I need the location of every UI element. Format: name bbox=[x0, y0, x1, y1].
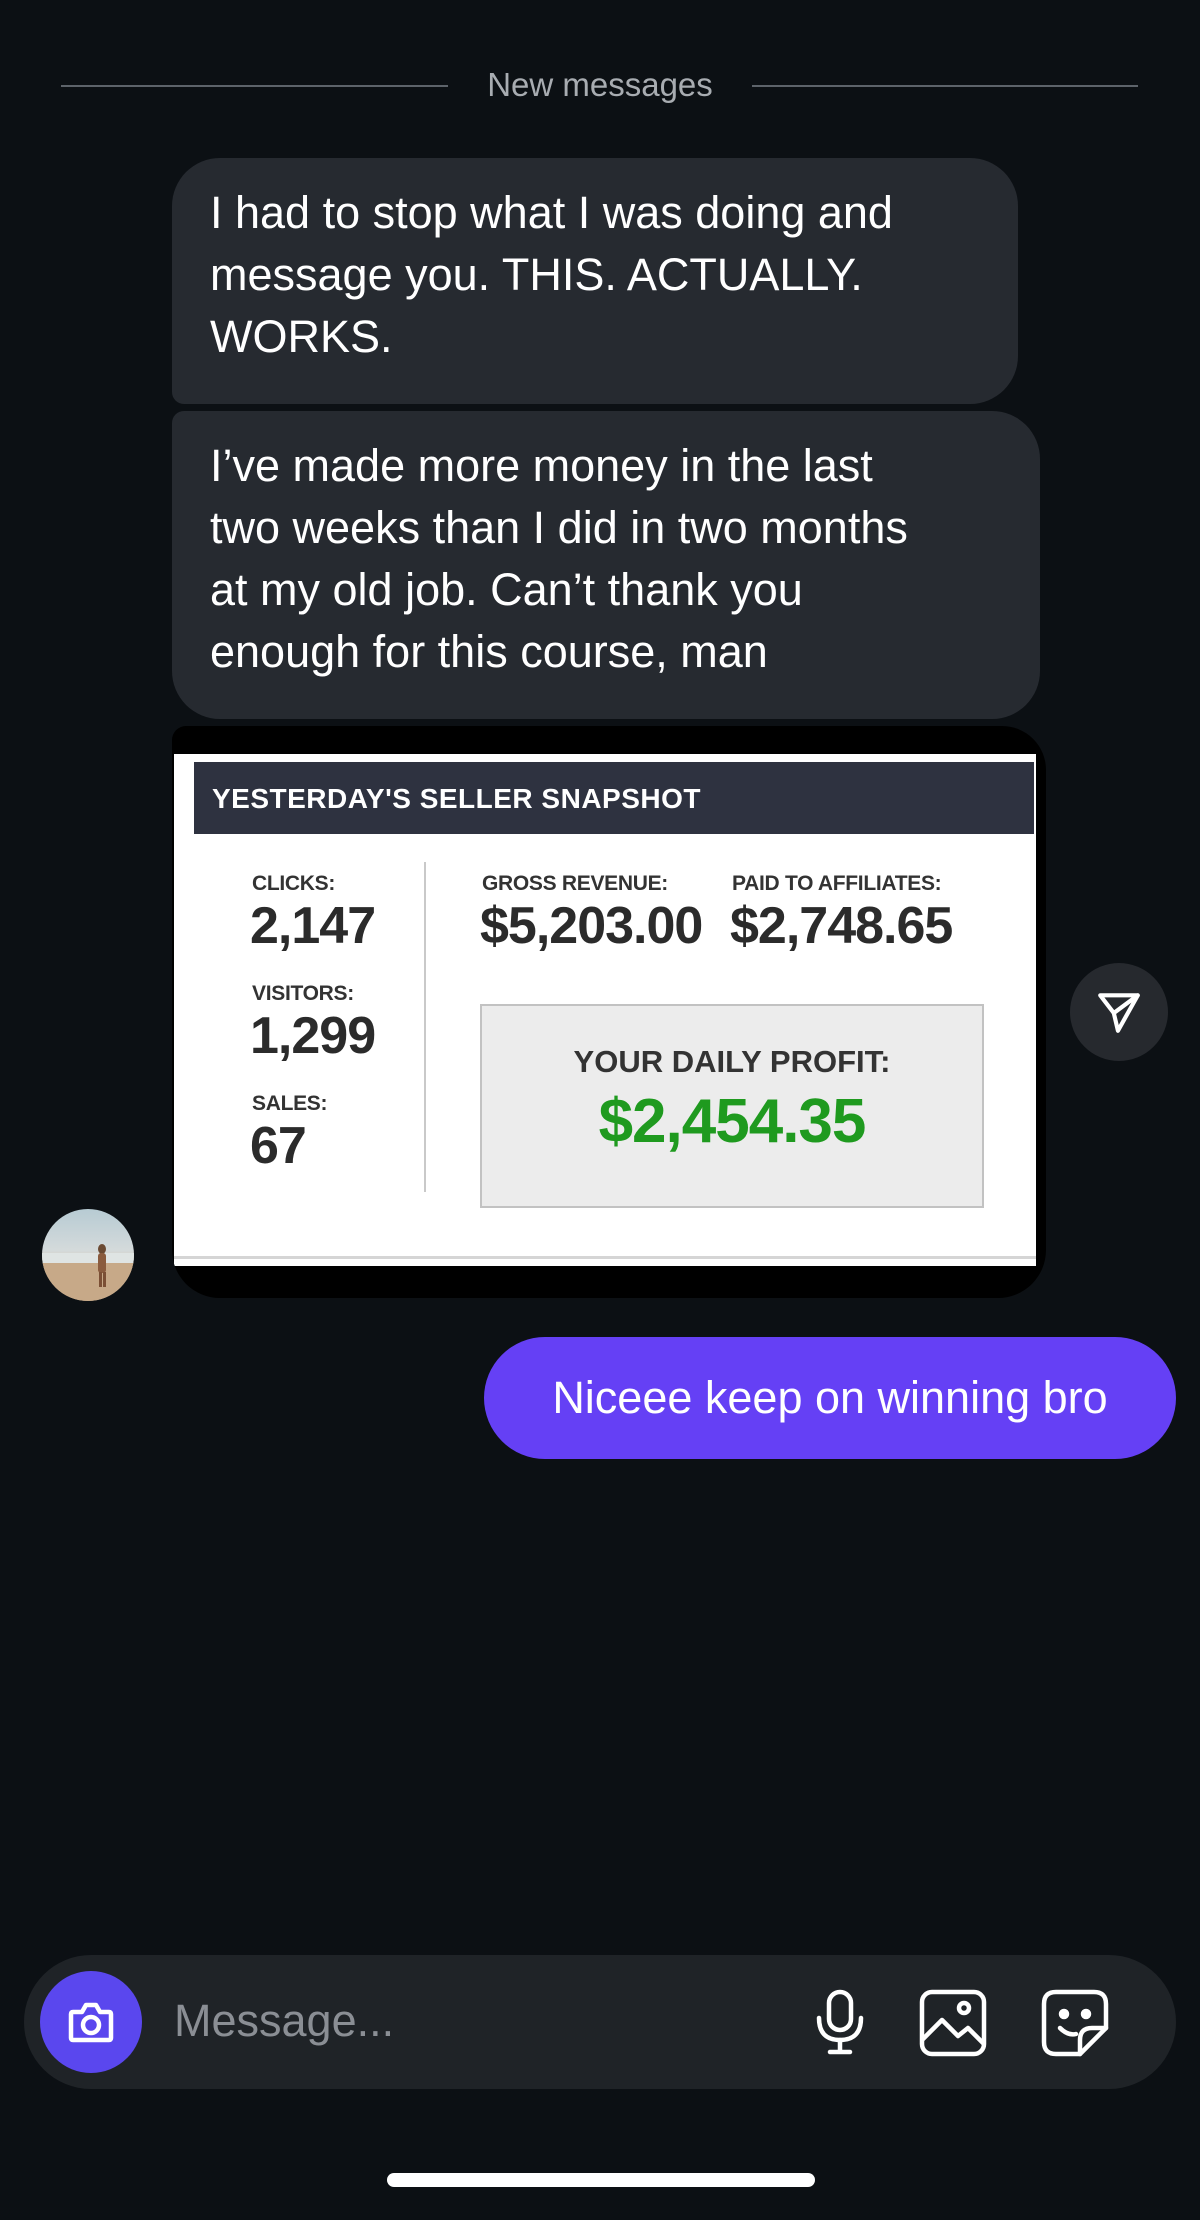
received-message[interactable]: I had to stop what I was doing and messa… bbox=[172, 158, 1018, 404]
home-indicator[interactable] bbox=[387, 2173, 815, 2187]
divider-label: New messages bbox=[487, 66, 713, 103]
gallery-icon[interactable] bbox=[918, 1988, 988, 2058]
avatar[interactable] bbox=[42, 1209, 134, 1301]
message-line: at my old job. Can’t thank you bbox=[210, 564, 803, 615]
daily-profit-box: YOUR DAILY PROFIT: $2,454.35 bbox=[480, 1004, 984, 1208]
sales-label: SALES: bbox=[252, 1092, 328, 1115]
snapshot-title: YESTERDAY'S SELLER SNAPSHOT bbox=[212, 783, 701, 814]
sent-message[interactable]: Niceee keep on winning bro bbox=[484, 1337, 1176, 1459]
sales-value: 67 bbox=[250, 1117, 307, 1175]
image-message[interactable]: YESTERDAY'S SELLER SNAPSHOT CLICKS: 2,14… bbox=[172, 726, 1046, 1298]
gross-revenue-label: GROSS REVENUE: bbox=[482, 872, 668, 895]
paid-affiliates-label: PAID TO AFFILIATES: bbox=[732, 872, 942, 895]
daily-profit-label: YOUR DAILY PROFIT: bbox=[573, 1044, 891, 1079]
message-line: WORKS. bbox=[210, 311, 393, 362]
clicks-label: CLICKS: bbox=[252, 872, 336, 895]
paid-affiliates-value: $2,748.65 bbox=[730, 897, 953, 955]
clicks-value: 2,147 bbox=[250, 897, 376, 955]
daily-profit-value: $2,454.35 bbox=[598, 1087, 867, 1156]
message-line: enough for this course, man bbox=[210, 626, 768, 677]
share-button[interactable] bbox=[1070, 963, 1168, 1061]
divider-line-right bbox=[752, 85, 1138, 87]
visitors-value: 1,299 bbox=[250, 1007, 376, 1065]
message-composer: Message... bbox=[24, 1955, 1176, 2089]
message-input[interactable]: Message... bbox=[174, 1995, 394, 2047]
snapshot-divider bbox=[424, 862, 426, 1192]
new-messages-divider: New messages bbox=[0, 62, 1200, 112]
avatar-photo bbox=[42, 1244, 134, 1301]
snapshot-header: YESTERDAY'S SELLER SNAPSHOT bbox=[194, 762, 1034, 834]
message-line: I had to stop what I was doing and bbox=[210, 187, 893, 238]
camera-icon bbox=[68, 2002, 114, 2043]
snapshot-bottom-border bbox=[174, 1256, 1036, 1259]
received-message[interactable]: I’ve made more money in the last two wee… bbox=[172, 411, 1040, 719]
message-line: two weeks than I did in two months bbox=[210, 502, 908, 553]
camera-button[interactable] bbox=[40, 1971, 142, 2073]
message-line: message you. THIS. ACTUALLY. bbox=[210, 249, 863, 300]
visitors-label: VISITORS: bbox=[252, 982, 354, 1005]
sticker-icon[interactable] bbox=[1040, 1988, 1110, 2058]
divider-line-left bbox=[61, 85, 448, 87]
share-icon bbox=[1098, 993, 1140, 1033]
seller-snapshot-image: YESTERDAY'S SELLER SNAPSHOT CLICKS: 2,14… bbox=[174, 754, 1036, 1266]
microphone-icon[interactable] bbox=[808, 1988, 872, 2058]
gross-revenue-value: $5,203.00 bbox=[480, 897, 703, 955]
message-line: I’ve made more money in the last bbox=[210, 440, 873, 491]
